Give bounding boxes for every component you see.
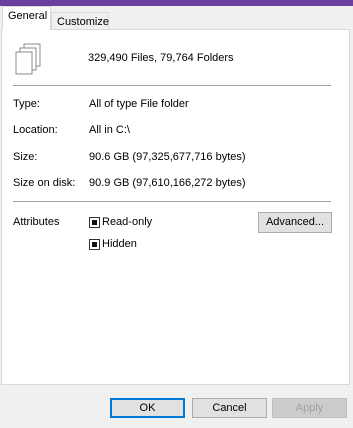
general-tab-panel bbox=[1, 29, 350, 385]
apply-button[interactable]: Apply bbox=[272, 398, 347, 418]
apply-button-label: Apply bbox=[295, 402, 324, 414]
size-on-disk-value: 90.9 GB (97,610,166,272 bytes) bbox=[89, 177, 246, 189]
cancel-button-label: Cancel bbox=[212, 402, 247, 414]
type-label: Type: bbox=[13, 98, 40, 110]
separator-top bbox=[13, 85, 331, 86]
location-label: Location: bbox=[13, 124, 58, 136]
tab-strip: General Customize bbox=[0, 6, 353, 31]
ok-button[interactable]: OK bbox=[110, 398, 185, 418]
separator-bottom bbox=[13, 201, 331, 202]
tab-general[interactable]: General bbox=[2, 6, 51, 30]
size-label: Size: bbox=[13, 151, 38, 163]
size-value: 90.6 GB (97,325,677,716 bytes) bbox=[89, 151, 246, 163]
type-value: All of type File folder bbox=[89, 98, 189, 110]
tab-customize-label: Customize bbox=[57, 16, 109, 28]
size-on-disk-label: Size on disk: bbox=[13, 177, 76, 189]
advanced-button-label: Advanced... bbox=[265, 216, 325, 228]
location-value: All in C:\ bbox=[89, 124, 130, 136]
tab-general-label: General bbox=[8, 10, 48, 22]
ok-button-label: OK bbox=[139, 402, 156, 414]
window-bottom-edge bbox=[0, 424, 353, 428]
readonly-checkbox[interactable] bbox=[89, 217, 100, 228]
attributes-label: Attributes bbox=[13, 216, 60, 228]
hidden-checkbox[interactable] bbox=[89, 239, 100, 250]
advanced-button[interactable]: Advanced... bbox=[258, 212, 332, 233]
readonly-indeterminate-mark bbox=[92, 220, 97, 225]
cancel-button[interactable]: Cancel bbox=[192, 398, 267, 418]
file-folder-count: 329,490 Files, 79,764 Folders bbox=[88, 52, 234, 64]
multiple-files-icon bbox=[15, 43, 41, 75]
readonly-label[interactable]: Read-only bbox=[102, 216, 152, 228]
hidden-indeterminate-mark bbox=[92, 242, 97, 247]
hidden-label[interactable]: Hidden bbox=[102, 238, 137, 250]
